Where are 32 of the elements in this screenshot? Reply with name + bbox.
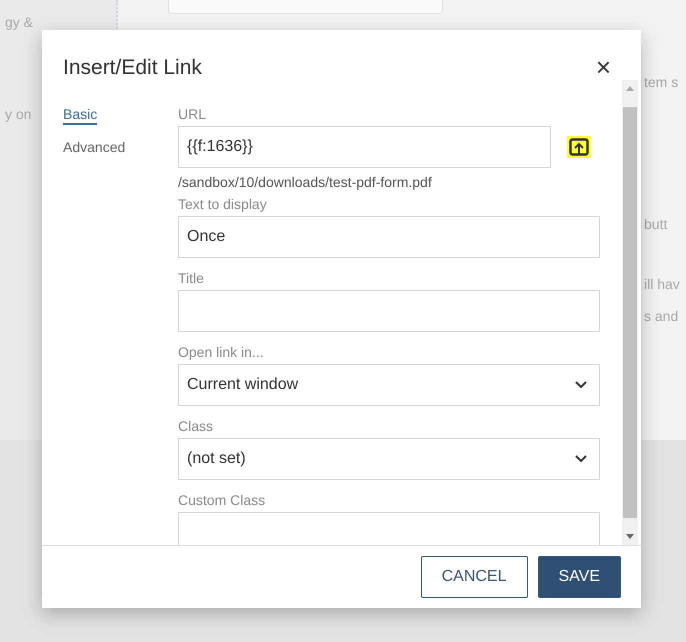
scroll-down-icon[interactable]: [626, 534, 634, 540]
tab[interactable]: Basic: [63, 106, 98, 125]
tab[interactable]: Advanced: [63, 139, 126, 158]
background-text: butt: [644, 216, 668, 232]
dropdown[interactable]: (not set): [178, 438, 600, 480]
cancel-button[interactable]: CANCEL: [420, 556, 528, 598]
text-field[interactable]: [178, 512, 600, 545]
chevron-down-icon: [575, 381, 587, 389]
background-text: s and: [644, 308, 678, 324]
field-label: Text to display: [178, 196, 268, 212]
dropdown[interactable]: Current window: [178, 364, 600, 406]
field-label: Open link in...: [178, 344, 265, 360]
text-field[interactable]: [178, 290, 600, 332]
file-path: /sandbox/10/downloads/test-pdf-form.pdf: [178, 174, 433, 190]
save-button[interactable]: SAVE: [538, 556, 621, 598]
text-field[interactable]: Once: [178, 216, 600, 258]
field-label: URL: [178, 106, 208, 122]
dialog-title: Insert/Edit Link: [63, 56, 202, 80]
background-text: ill hav: [644, 276, 680, 292]
field-label: Class: [178, 418, 214, 434]
background-text: y on: [5, 106, 32, 122]
background-text: gy &: [5, 14, 34, 30]
close-button[interactable]: ×: [596, 54, 611, 80]
upload-button[interactable]: [567, 136, 591, 158]
url-field[interactable]: {{f:1636}}: [178, 126, 551, 168]
upload-icon: [569, 138, 589, 156]
chevron-down-icon: [575, 455, 587, 463]
background-text: tem s: [644, 74, 678, 90]
scrollbar[interactable]: [622, 80, 638, 545]
field-label: Title: [178, 270, 205, 286]
field-label: Custom Class: [178, 492, 266, 508]
scroll-up-icon[interactable]: [626, 85, 634, 91]
